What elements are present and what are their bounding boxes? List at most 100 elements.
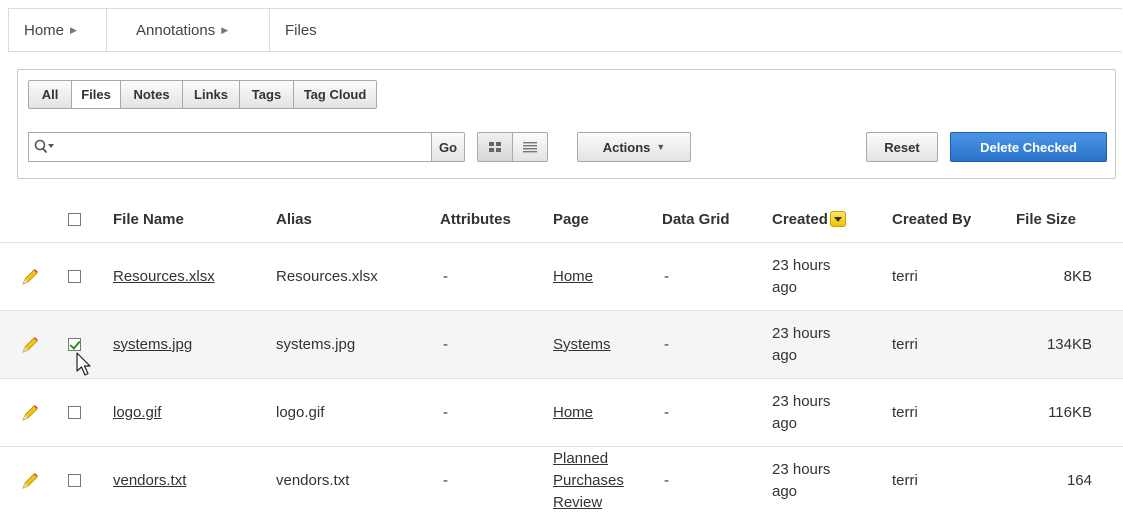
row-checkbox[interactable]: [68, 474, 81, 487]
select-cell: [68, 243, 81, 310]
created-by-cell: terri: [892, 267, 918, 285]
page-link[interactable]: Planned Purchases Review: [553, 448, 641, 514]
chevron-right-icon: ▶: [221, 24, 229, 35]
breadcrumb-label: Files: [285, 21, 317, 39]
alias-cell: vendors.txt: [276, 471, 350, 489]
file-name-cell: Resources.xlsx: [113, 243, 215, 310]
tab-files[interactable]: Files: [71, 80, 121, 109]
tab-all[interactable]: All: [28, 80, 72, 109]
breadcrumb-label: Annotations: [136, 21, 216, 39]
attributes-cell: -: [443, 403, 448, 421]
header-page[interactable]: Page: [553, 196, 589, 242]
tab-tags[interactable]: Tags: [239, 80, 294, 109]
header-created-by[interactable]: Created By: [892, 196, 971, 242]
tab-links[interactable]: Links: [182, 80, 240, 109]
files-table: File Name Alias Attributes Page Data Gri…: [0, 196, 1123, 514]
created-by-cell: terri: [892, 471, 918, 489]
select-cell: [68, 447, 81, 514]
table-header-row: File Name Alias Attributes Page Data Gri…: [0, 196, 1123, 243]
breadcrumb-home[interactable]: Home ▶: [9, 9, 107, 51]
attributes-cell: -: [443, 267, 448, 285]
row-checkbox[interactable]: [68, 270, 81, 283]
edit-cell: [20, 447, 40, 514]
file-name-cell: vendors.txt: [113, 447, 186, 514]
data-grid-cell: -: [664, 267, 669, 285]
file-name-cell: systems.jpg: [113, 311, 192, 378]
edit-cell: [20, 311, 40, 378]
alias-cell: Resources.xlsx: [276, 267, 378, 285]
file-size-cell: 8KB: [1063, 267, 1092, 285]
actions-menu-button[interactable]: Actions ▼: [577, 132, 691, 162]
attributes-cell: -: [443, 335, 448, 353]
header-alias[interactable]: Alias: [276, 196, 312, 242]
chevron-down-icon: ▼: [656, 142, 666, 152]
pencil-icon[interactable]: [20, 471, 40, 491]
header-attributes[interactable]: Attributes: [440, 196, 511, 242]
created-cell: 23 hours ago: [772, 256, 831, 296]
file-size-cell: 116KB: [1048, 403, 1092, 421]
page-link[interactable]: Systems: [553, 334, 611, 356]
list-view-icon: [523, 142, 537, 153]
tab-notes[interactable]: Notes: [120, 80, 183, 109]
data-grid-cell: -: [664, 335, 669, 353]
breadcrumb-current: Files: [270, 9, 317, 51]
table-row: logo.gif logo.gif - Home - 23 hours ago …: [0, 379, 1123, 447]
created-by-cell: terri: [892, 403, 918, 421]
select-cell: [68, 311, 81, 378]
file-name-link[interactable]: vendors.txt: [113, 470, 186, 492]
page-link[interactable]: Home: [553, 402, 593, 424]
header-created[interactable]: Created: [772, 196, 846, 242]
header-created-label: Created: [772, 210, 828, 228]
page-cell: Planned Purchases Review: [553, 447, 641, 514]
breadcrumb: Home ▶ Annotations ▶ Files: [8, 8, 1122, 52]
edit-cell: [20, 379, 40, 446]
breadcrumb-annotations[interactable]: Annotations ▶: [107, 9, 270, 51]
file-name-link[interactable]: Resources.xlsx: [113, 266, 215, 288]
table-row: Resources.xlsx Resources.xlsx - Home - 2…: [0, 243, 1123, 311]
select-all-checkbox[interactable]: [68, 212, 81, 226]
file-name-cell: logo.gif: [113, 379, 161, 446]
reset-button[interactable]: Reset: [866, 132, 938, 162]
edit-cell: [20, 243, 40, 310]
row-checkbox[interactable]: [68, 406, 81, 419]
data-grid-cell: -: [664, 471, 669, 489]
chevron-right-icon: ▶: [70, 24, 77, 35]
delete-checked-button[interactable]: Delete Checked: [950, 132, 1107, 162]
file-size-cell: 134KB: [1046, 335, 1092, 353]
pencil-icon[interactable]: [20, 403, 40, 423]
page-cell: Home: [553, 379, 593, 446]
table-row: systems.jpg systems.jpg - Systems - 23 h…: [0, 311, 1123, 379]
search-icon[interactable]: [34, 138, 54, 156]
header-data-grid[interactable]: Data Grid: [662, 196, 730, 242]
data-grid-cell: -: [664, 403, 669, 421]
file-size-cell: 164: [1066, 471, 1092, 489]
attributes-cell: -: [443, 471, 448, 489]
created-cell: 23 hours ago: [772, 324, 831, 364]
grid-view-button[interactable]: [477, 132, 513, 162]
filter-tabs: All Files Notes Links Tags Tag Cloud: [28, 80, 377, 109]
row-checkbox[interactable]: [68, 338, 81, 351]
table-row: vendors.txt vendors.txt - Planned Purcha…: [0, 447, 1123, 514]
pencil-icon[interactable]: [20, 335, 40, 355]
header-file-name[interactable]: File Name: [113, 196, 184, 242]
created-cell: 23 hours ago: [772, 460, 831, 500]
breadcrumb-label: Home: [24, 21, 65, 39]
search-box: [28, 132, 442, 162]
header-file-size[interactable]: File Size: [1016, 196, 1076, 242]
search-input[interactable]: [65, 136, 439, 160]
created-by-cell: terri: [892, 335, 918, 353]
file-name-link[interactable]: logo.gif: [113, 402, 161, 424]
page-cell: Home: [553, 243, 593, 310]
alias-cell: systems.jpg: [276, 335, 356, 353]
pencil-icon[interactable]: [20, 267, 40, 287]
list-view-button[interactable]: [512, 132, 548, 162]
tab-tag-cloud[interactable]: Tag Cloud: [293, 80, 377, 109]
go-button[interactable]: Go: [431, 132, 465, 162]
sort-descending-icon[interactable]: [829, 211, 846, 227]
alias-cell: logo.gif: [276, 403, 325, 421]
select-all-cell: [68, 196, 81, 242]
file-name-link[interactable]: systems.jpg: [113, 334, 192, 356]
grid-view-icon: [489, 142, 501, 152]
created-cell: 23 hours ago: [772, 392, 831, 432]
page-link[interactable]: Home: [553, 266, 593, 288]
